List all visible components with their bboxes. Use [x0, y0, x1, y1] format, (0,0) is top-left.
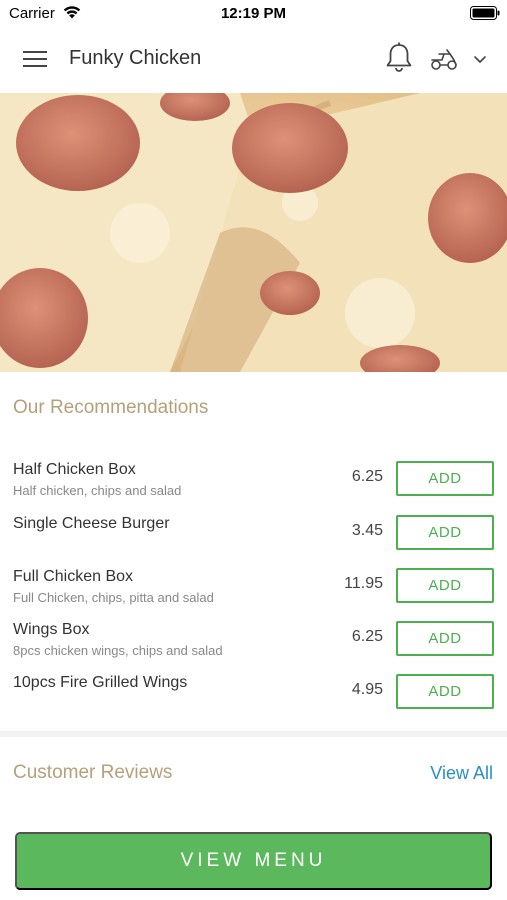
item-price: 11.95: [344, 575, 383, 592]
battery-icon: [470, 6, 500, 20]
list-item: Wings Box 8pcs chicken wings, chips and …: [0, 621, 507, 671]
item-description: 8pcs chicken wings, chips and salad: [13, 643, 223, 658]
pizza-image: [0, 93, 507, 372]
hamburger-menu-icon[interactable]: [20, 46, 50, 72]
list-item: Half Chicken Box Half chicken, chips and…: [0, 461, 507, 511]
chevron-down-icon: [474, 56, 486, 63]
view-all-link[interactable]: View All: [430, 763, 493, 784]
clock: 12:19 PM: [220, 5, 287, 22]
item-name: Wings Box: [13, 621, 90, 638]
app-header: Funky Chicken: [0, 28, 507, 93]
add-button[interactable]: ADD: [396, 621, 494, 656]
add-button[interactable]: ADD: [396, 515, 494, 550]
add-button[interactable]: ADD: [396, 568, 494, 603]
recommendations-title: Our Recommendations: [13, 397, 209, 418]
item-price: 3.45: [351, 522, 383, 539]
item-price: 4.95: [351, 681, 383, 698]
list-item: Single Cheese Burger 3.45 ADD: [0, 515, 507, 565]
reviews-title: Customer Reviews: [13, 762, 173, 783]
list-item: Full Chicken Box Full Chicken, chips, pi…: [0, 568, 507, 618]
item-price: 6.25: [351, 468, 383, 485]
item-price: 6.25: [351, 628, 383, 645]
list-item: 10pcs Fire Grilled Wings 4.95 ADD: [0, 674, 507, 724]
add-button[interactable]: ADD: [396, 461, 494, 496]
hero-image: [0, 93, 507, 372]
item-name: Single Cheese Burger: [13, 515, 170, 532]
status-bar: Carrier 12:19 PM: [0, 0, 507, 28]
view-menu-button[interactable]: VIEW MENU: [15, 832, 492, 890]
item-name: 10pcs Fire Grilled Wings: [13, 674, 188, 691]
item-description: Half chicken, chips and salad: [13, 483, 182, 498]
add-button[interactable]: ADD: [396, 674, 494, 709]
scooter-icon: [431, 49, 457, 70]
page-title: Funky Chicken: [69, 47, 202, 69]
item-name: Full Chicken Box: [13, 568, 134, 585]
delivery-selector[interactable]: [428, 46, 490, 72]
item-name: Half Chicken Box: [13, 461, 136, 478]
item-description: Full Chicken, chips, pitta and salad: [13, 590, 214, 605]
section-divider: [0, 731, 507, 737]
bell-icon[interactable]: [384, 41, 414, 75]
